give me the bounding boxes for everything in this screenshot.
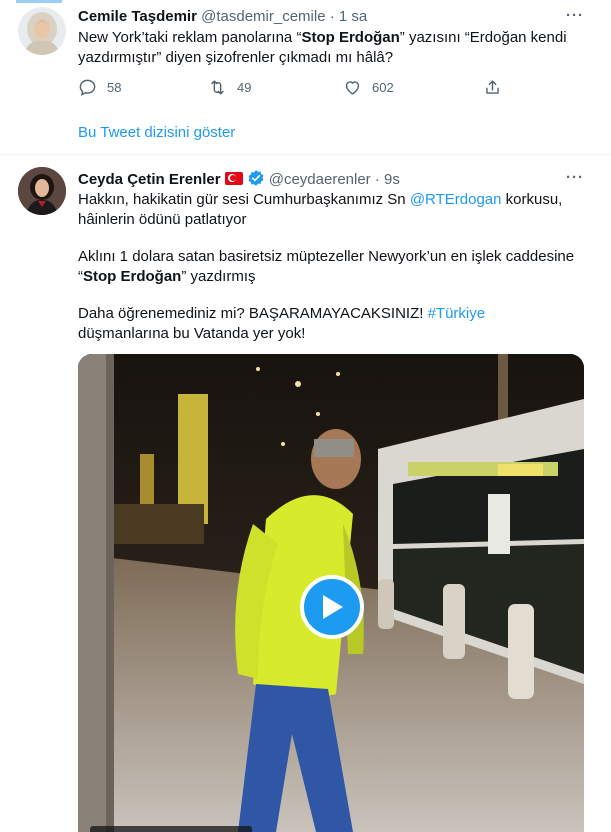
user-handle[interactable]: @ceydaerenler [269,171,371,188]
tweet-paragraph-3: Daha öğrenemediniz mi? BAŞARAMAYACAKSINI… [78,305,486,342]
play-icon [323,595,343,619]
display-name[interactable]: Ceyda Çetin Erenler [78,171,221,188]
like-button[interactable]: 602 [343,78,394,97]
share-icon [486,80,499,94]
turkey-flag-icon [224,172,243,185]
tweet-actions: 58 49 602 [78,78,518,100]
tweet-header: Ceyda Çetin Erenler @ceydaerenler · 9s [78,169,400,190]
tweet-paragraph-2: Aklını 1 dolara satan basiretsiz müpteze… [78,248,575,285]
hashtag-link[interactable]: #Türkiye [428,305,486,322]
tweet-paragraph-1: Hakkın, hakikatin gür sesi Cumhurbaşkanı… [78,191,563,228]
more-options-icon[interactable]: ··· [566,7,584,24]
reply-button[interactable]: 58 [78,78,121,97]
timestamp[interactable]: 9s [384,171,400,188]
retweet-button[interactable]: 49 [208,78,251,97]
separator: · [329,8,335,25]
retweet-count: 49 [237,80,252,95]
more-options-icon[interactable]: ··· [566,169,584,186]
avatar[interactable] [18,7,66,55]
bold-phrase: Stop Erdoğan [301,29,400,46]
avatar[interactable] [18,167,66,215]
mention-link[interactable]: @RTErdogan [410,191,502,208]
show-thread-link[interactable]: Bu Tweet dizisini göster [78,124,235,141]
user-handle[interactable]: @tasdemir_cemile [201,8,325,25]
retweet-icon [211,80,224,95]
display-name[interactable]: Cemile Taşdemir [78,8,197,25]
tweet-header: Cemile Taşdemir @tasdemir_cemile · 1 sa [78,7,367,27]
tweet-cemile[interactable]: Cemile Taşdemir @tasdemir_cemile · 1 sa … [0,0,611,154]
video-control-bar [90,826,252,832]
share-button[interactable] [483,78,502,97]
separator: · [374,171,380,188]
like-count: 602 [372,80,394,95]
video-player[interactable] [78,354,584,832]
verified-badge-icon [248,170,263,186]
tweet-text: New York’taki reklam panolarına “Stop Er… [78,29,567,66]
timestamp[interactable]: 1 sa [339,8,367,25]
reply-count: 58 [107,80,122,95]
play-button[interactable] [300,575,364,639]
reply-icon [79,79,96,96]
heart-icon [345,81,360,95]
bold-phrase: Stop Erdoğan [83,268,182,285]
